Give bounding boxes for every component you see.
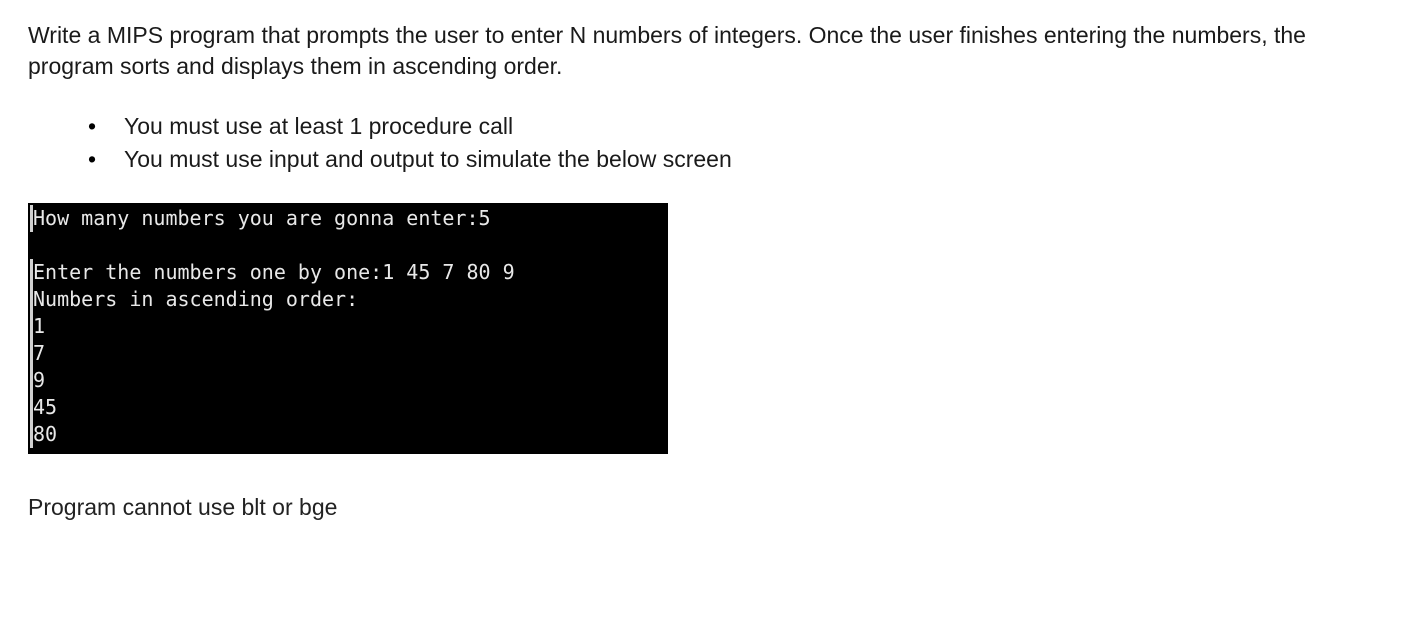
terminal-line-output: 45 — [30, 394, 666, 421]
terminal-line-prompt-count: How many numbers you are gonna enter:5 — [30, 205, 666, 232]
terminal-line-result-header: Numbers in ascending order: — [30, 286, 666, 313]
terminal-blank-line — [30, 232, 666, 259]
terminal-output: How many numbers you are gonna enter:5 E… — [28, 203, 668, 454]
terminal-line-prompt-numbers: Enter the numbers one by one:1 45 7 80 9 — [30, 259, 666, 286]
constraint-note: Program cannot use blt or bge — [28, 494, 1388, 521]
terminal-line-output: 9 — [30, 367, 666, 394]
problem-description: Write a MIPS program that prompts the us… — [28, 20, 1388, 82]
requirement-item: You must use input and output to simulat… — [88, 143, 1388, 176]
terminal-line-output: 7 — [30, 340, 666, 367]
requirements-list: You must use at least 1 procedure call Y… — [88, 110, 1388, 177]
terminal-line-output: 1 — [30, 313, 666, 340]
requirement-item: You must use at least 1 procedure call — [88, 110, 1388, 143]
terminal-line-output: 80 — [30, 421, 666, 448]
